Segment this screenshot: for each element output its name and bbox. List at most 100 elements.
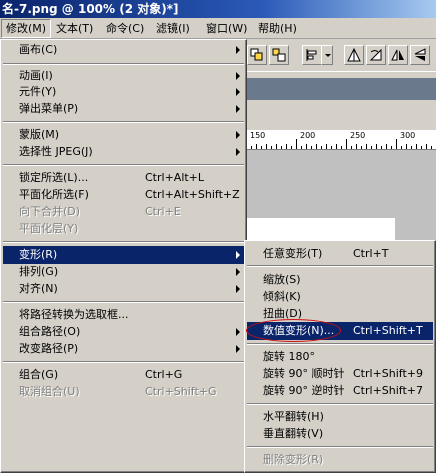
menu-item-rotate-180[interactable]: 旋转 180° bbox=[247, 348, 433, 366]
menu-item-rotate-90-cw[interactable]: 旋转 90° 顺时针 Ctrl+Shift+9 bbox=[247, 365, 433, 383]
menu-item-label: 任意变形(T) bbox=[263, 247, 323, 260]
menu-item-mask[interactable]: 蒙版(M) bbox=[3, 126, 244, 144]
menu-item-label: 元件(Y) bbox=[19, 85, 57, 98]
flip-vertical-icon[interactable] bbox=[410, 45, 430, 65]
submenu-arrow-icon bbox=[236, 131, 240, 139]
group-icon[interactable] bbox=[247, 45, 267, 65]
menu-item-symbol[interactable]: 元件(Y) bbox=[3, 83, 244, 101]
ruler-tick bbox=[376, 144, 377, 149]
menu-window[interactable]: 窗口(W) bbox=[202, 19, 251, 38]
submenu-arrow-icon bbox=[236, 345, 240, 353]
window-title: 名-7.png @ 100% (2 对象)*] bbox=[0, 0, 436, 18]
menu-item-scale[interactable]: 缩放(S) bbox=[247, 271, 433, 289]
menu-item-shortcut: Ctrl+G bbox=[145, 368, 183, 381]
ruler-tick bbox=[316, 144, 317, 149]
menu-item-flip-horizontal[interactable]: 水平翻转(H) bbox=[247, 408, 433, 426]
submenu-arrow-icon bbox=[236, 285, 240, 293]
menu-item-label: 水平翻转(H) bbox=[263, 410, 324, 423]
menu-item-flatten-selection[interactable]: 平面化所选(F) Ctrl+Alt+Shift+Z bbox=[3, 186, 244, 204]
menu-item-merge-down: 向下合并(D) Ctrl+E bbox=[3, 203, 244, 221]
menu-item-selective-jpeg[interactable]: 选择性 JPEG(J) bbox=[3, 143, 244, 161]
ruler-tick bbox=[351, 146, 352, 149]
menu-text[interactable]: 文本(T) bbox=[52, 19, 97, 38]
rotate-icon[interactable] bbox=[344, 45, 364, 65]
menu-item-label: 变形(R) bbox=[19, 248, 58, 261]
ruler-tick bbox=[271, 146, 272, 149]
menu-item-label: 组合(G) bbox=[19, 368, 59, 381]
menu-item-skew[interactable]: 倾斜(K) bbox=[247, 288, 433, 306]
flip-horizontal-icon[interactable] bbox=[388, 45, 408, 65]
menu-item-label: 画布(C) bbox=[19, 43, 58, 56]
menu-separator bbox=[3, 164, 244, 166]
submenu-arrow-icon bbox=[236, 72, 240, 80]
menu-item-popup-menu[interactable]: 弹出菜单(P) bbox=[3, 100, 244, 118]
menu-item-label: 将路径转换为选取框... bbox=[19, 308, 129, 321]
menu-item-label: 倾斜(K) bbox=[263, 290, 301, 303]
ungroup-icon[interactable] bbox=[269, 45, 289, 65]
menu-item-label: 缩放(S) bbox=[263, 273, 301, 286]
ruler-tick bbox=[311, 146, 312, 149]
ruler-tick bbox=[381, 146, 382, 149]
menu-item-label: 改变路径(P) bbox=[19, 342, 79, 355]
ruler-tick bbox=[331, 146, 332, 149]
transform-submenu: 任意变形(T) Ctrl+T 缩放(S) 倾斜(K) 扭曲(D) 数值变形(N)… bbox=[244, 240, 436, 473]
ruler-tick bbox=[341, 146, 342, 149]
menu-item-label: 旋转 90° 顺时针 bbox=[263, 367, 345, 380]
menu-item-alter-path[interactable]: 改变路径(P) bbox=[3, 340, 244, 358]
menu-item-arrange[interactable]: 排列(G) bbox=[3, 263, 244, 281]
submenu-arrow-icon bbox=[236, 328, 240, 336]
menu-item-transform[interactable]: 变形(R) bbox=[3, 246, 244, 264]
submenu-arrow-icon bbox=[236, 88, 240, 96]
ruler-label: 200 bbox=[300, 131, 316, 140]
ruler-label: 150 bbox=[250, 131, 266, 140]
menu-separator bbox=[247, 343, 433, 345]
menu-item-label: 旋转 180° bbox=[263, 350, 315, 363]
menu-item-shortcut: Ctrl+Alt+L bbox=[145, 171, 205, 184]
menu-filters[interactable]: 滤镜(I) bbox=[152, 19, 194, 38]
ruler-tick bbox=[296, 139, 297, 149]
ruler-tick bbox=[431, 146, 432, 149]
ruler-tick bbox=[276, 144, 277, 149]
menu-separator bbox=[3, 121, 244, 123]
ruler-tick bbox=[391, 146, 392, 149]
menu-separator bbox=[3, 301, 244, 303]
menu-item-label: 删除变形(R) bbox=[263, 453, 324, 466]
menu-item-lock-selection[interactable]: 锁定所选(L)... Ctrl+Alt+L bbox=[3, 169, 244, 187]
modify-menu: 画布(C) 动画(I) 元件(Y) 弹出菜单(P) 蒙版(M) 选择性 JPEG… bbox=[0, 39, 247, 473]
ruler-tick bbox=[386, 144, 387, 149]
menu-help[interactable]: 帮助(H) bbox=[254, 19, 301, 38]
menu-separator bbox=[247, 403, 433, 405]
menu-item-convert-path-to-marquee[interactable]: 将路径转换为选取框... bbox=[3, 306, 244, 324]
menu-commands[interactable]: 命令(C) bbox=[102, 19, 148, 38]
ruler-tick bbox=[336, 144, 337, 149]
menu-item-combine-paths[interactable]: 组合路径(O) bbox=[3, 323, 244, 341]
menu-item-group[interactable]: 组合(G) Ctrl+G bbox=[3, 366, 244, 384]
menu-item-free-transform[interactable]: 任意变形(T) Ctrl+T bbox=[247, 245, 433, 263]
menu-item-shortcut: Ctrl+E bbox=[145, 205, 181, 218]
ruler-tick bbox=[416, 144, 417, 149]
ruler-tick bbox=[281, 146, 282, 149]
ruler-tick bbox=[346, 139, 347, 149]
ruler-tick bbox=[406, 144, 407, 149]
menu-item-flip-vertical[interactable]: 垂直翻转(V) bbox=[247, 425, 433, 443]
ruler-label: 300 bbox=[400, 131, 416, 140]
menu-item-label: 平面化所选(F) bbox=[19, 188, 89, 201]
ruler-tick bbox=[426, 144, 427, 149]
menu-modify[interactable]: 修改(M) bbox=[1, 19, 52, 38]
align-dropdown-icon[interactable] bbox=[321, 45, 333, 65]
submenu-arrow-icon bbox=[236, 148, 240, 156]
menu-item-canvas[interactable]: 画布(C) bbox=[3, 41, 244, 59]
ruler-tick bbox=[321, 146, 322, 149]
ruler-tick bbox=[401, 146, 402, 149]
menu-item-remove-transform: 删除变形(R) bbox=[247, 451, 433, 469]
ruler-tick bbox=[261, 146, 262, 149]
align-left-icon[interactable] bbox=[302, 45, 322, 65]
rotate-ccw-icon[interactable] bbox=[366, 45, 386, 65]
menu-item-label: 垂直翻转(V) bbox=[263, 427, 324, 440]
ruler-tick bbox=[266, 144, 267, 149]
menu-separator bbox=[3, 241, 244, 243]
horizontal-ruler: 150 200 250 300 bbox=[246, 130, 436, 150]
menu-item-rotate-90-ccw[interactable]: 旋转 90° 逆时针 Ctrl+Shift+7 bbox=[247, 382, 433, 400]
menu-item-align[interactable]: 对齐(N) bbox=[3, 280, 244, 298]
submenu-arrow-icon bbox=[236, 46, 240, 54]
